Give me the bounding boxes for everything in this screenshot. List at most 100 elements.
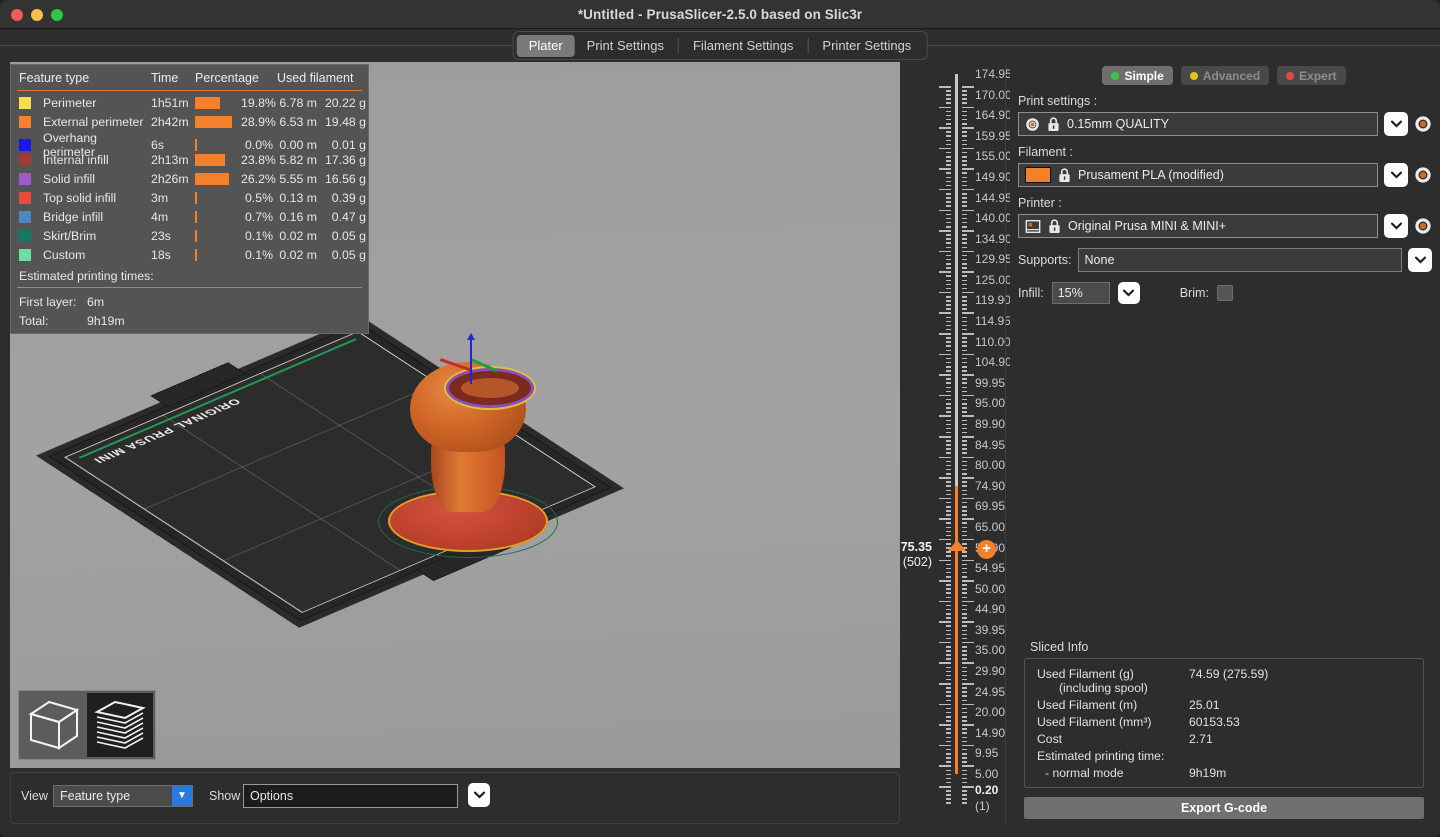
slider-tick-minor (962, 798, 967, 800)
slider-tick-minor (946, 485, 951, 487)
slider-tick-minor (962, 584, 967, 586)
legend-row[interactable]: Internal infill2h13m23.8%5.82 m17.36 g (11, 150, 368, 169)
slider-tick-minor (962, 609, 967, 611)
legend-row[interactable]: External perimeter2h42m28.9%6.53 m19.48 … (11, 112, 368, 131)
layer-slider[interactable]: 174.95170.00164.90159.95155.00149.90144.… (905, 62, 1010, 837)
show-options-input[interactable]: Options (243, 784, 458, 808)
slider-tick-minor (946, 732, 951, 734)
printer-edit-button[interactable] (1414, 217, 1432, 235)
slider-tick-minor (962, 304, 967, 306)
layer-slider-tick-label: 74.90 (975, 479, 1005, 493)
editor-view-button[interactable] (21, 693, 87, 757)
filament-edit-button[interactable] (1414, 166, 1432, 184)
layer-slider-tick-label: 170.00 (975, 88, 1012, 102)
slider-tick-minor (962, 172, 967, 174)
slider-tick-minor (946, 403, 951, 405)
infill-value[interactable]: 15% (1052, 282, 1110, 304)
layer-slider-upper-handle[interactable] (948, 540, 966, 551)
filament-dropdown-button[interactable] (1384, 163, 1408, 187)
view-select[interactable]: Feature type ▼ (53, 785, 193, 807)
slider-tick-minor (946, 411, 951, 413)
filament-combo[interactable]: Prusament PLA (modified) (1018, 163, 1378, 187)
first-layer-label: First layer: (19, 295, 87, 309)
tab-print-settings[interactable]: Print Settings (575, 35, 676, 57)
show-options-dropdown-button[interactable] (468, 783, 490, 807)
gear-icon (1414, 115, 1432, 133)
slider-tick-minor (962, 177, 967, 179)
supports-dropdown-button[interactable] (1408, 248, 1432, 272)
slider-tick-minor (962, 469, 967, 471)
slider-tick-minor (962, 131, 967, 133)
tab-separator (678, 38, 679, 53)
mode-expert-button[interactable]: Expert (1277, 66, 1345, 85)
slider-tick-minor (962, 325, 967, 327)
printer-combo[interactable]: Original Prusa MINI & MINI+ (1018, 214, 1378, 238)
slider-tick-minor (962, 461, 967, 463)
gear-icon (1025, 117, 1040, 132)
preview-view-button[interactable] (87, 693, 153, 757)
print-settings-row: 0.15mm QUALITY (1010, 112, 1438, 136)
tab-printer-settings[interactable]: Printer Settings (810, 35, 923, 57)
slider-tick-minor (962, 564, 967, 566)
slider-tick-minor (962, 667, 967, 669)
slider-tick-minor (946, 172, 951, 174)
slider-tick (939, 560, 951, 562)
slider-tick (939, 148, 951, 150)
slider-tick-minor (962, 382, 967, 384)
sliced-model[interactable] (388, 332, 548, 552)
chevron-down-icon (474, 791, 485, 799)
slider-tick (962, 457, 974, 459)
layer-slider-tick-label: 134.90 (975, 232, 1012, 246)
layer-slider-tick-label: 125.00 (975, 273, 1012, 287)
layer-slider-tick-label: 104.90 (975, 355, 1012, 369)
tab-plater[interactable]: Plater (517, 35, 575, 57)
print-settings-edit-button[interactable] (1414, 115, 1432, 133)
slider-tick (939, 601, 951, 603)
slider-tick-minor (962, 761, 967, 763)
slider-tick-minor (946, 613, 951, 615)
mode-simple-button[interactable]: Simple (1102, 66, 1172, 85)
slider-tick (939, 374, 951, 376)
layer-slider-active-range (955, 486, 958, 774)
slider-tick-minor (962, 111, 967, 113)
legend-used-meters: 5.82 m (277, 153, 321, 167)
total-value: 9h19m (87, 314, 368, 328)
layer-slider-bottom-sublabel: (1) (975, 799, 990, 813)
slider-tick-minor (962, 140, 967, 142)
legend-row[interactable]: Custom18s0.1%0.02 m0.05 g (11, 245, 368, 264)
legend-row[interactable]: Bridge infill4m0.7%0.16 m0.47 g (11, 207, 368, 226)
slider-tick-minor (962, 625, 967, 627)
brim-checkbox[interactable] (1217, 285, 1233, 301)
legend-row[interactable]: Overhang perimeter6s0.0%0.00 m0.01 g (11, 131, 368, 150)
legend-feature-time: 2h13m (151, 153, 195, 167)
legend-row[interactable]: Solid infill2h26m26.2%5.55 m16.56 g (11, 169, 368, 188)
tab-filament-settings[interactable]: Filament Settings (681, 35, 805, 57)
slider-tick-minor (946, 263, 951, 265)
print-settings-dropdown-button[interactable] (1384, 112, 1408, 136)
slider-tick (939, 436, 951, 438)
add-color-change-button[interactable]: + (977, 540, 996, 559)
slider-tick-minor (962, 370, 967, 372)
print-settings-combo[interactable]: 0.15mm QUALITY (1018, 112, 1378, 136)
slider-tick-minor (946, 201, 951, 203)
legend-percentage-value: 23.8% (241, 153, 277, 167)
slider-tick-minor (962, 329, 967, 331)
printer-dropdown-button[interactable] (1384, 214, 1408, 238)
legend-row[interactable]: Top solid infill3m0.5%0.13 m0.39 g (11, 188, 368, 207)
slider-tick-minor (946, 242, 951, 244)
mode-advanced-button[interactable]: Advanced (1181, 66, 1269, 85)
legend-row[interactable]: Perimeter1h51m19.8%6.78 m20.22 g (11, 93, 368, 112)
export-gcode-button[interactable]: Export G-code (1024, 797, 1424, 819)
mode-expert-dot-icon (1286, 72, 1294, 80)
legend-row[interactable]: Skirt/Brim23s0.1%0.02 m0.05 g (11, 226, 368, 245)
sliced-info-rows: Used Filament (g)(including spool)74.59 … (1025, 665, 1423, 747)
chevron-down-icon[interactable]: ▼ (172, 786, 192, 806)
slider-tick (962, 374, 974, 376)
supports-value[interactable]: None (1078, 248, 1402, 272)
supports-row: Supports: None (1010, 238, 1438, 272)
slider-tick-minor (962, 94, 967, 96)
normal-mode-value: 9h19m (1189, 766, 1423, 780)
infill-dropdown-button[interactable] (1118, 282, 1140, 304)
slider-tick-minor (962, 675, 967, 677)
sliced-info-label: Cost (1037, 732, 1189, 746)
